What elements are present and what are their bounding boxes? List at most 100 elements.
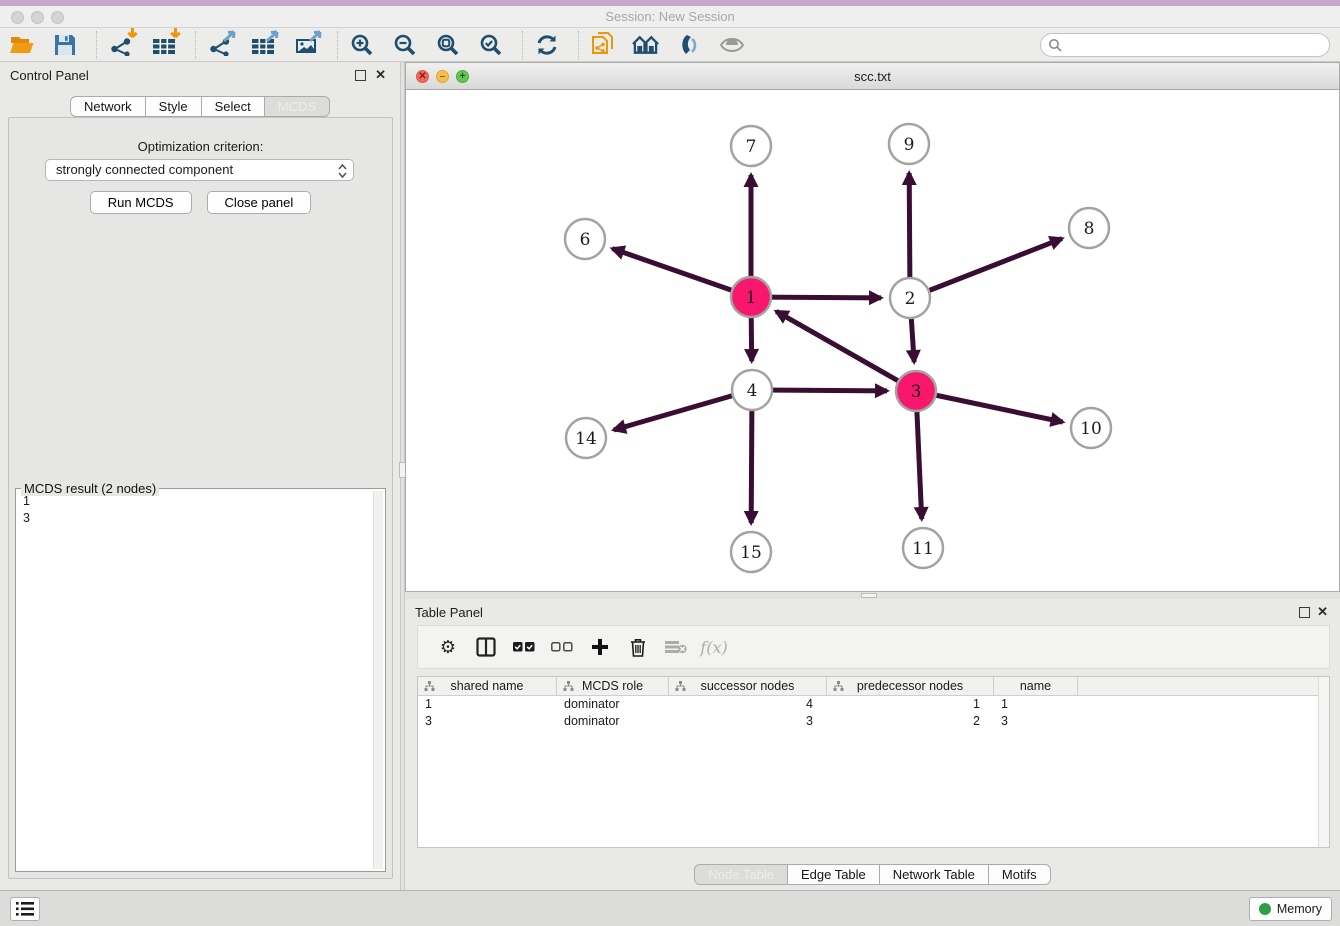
criterion-select[interactable]: strongly connected component	[45, 159, 354, 181]
table-panel-header: Table Panel ✕	[405, 599, 1340, 625]
edge-2-8[interactable]	[910, 239, 1062, 298]
tab-style[interactable]: Style	[146, 96, 202, 117]
column-header-shared-name[interactable]: shared name	[418, 677, 557, 695]
houses-icon[interactable]	[632, 31, 659, 59]
add-column-icon[interactable]	[587, 634, 613, 660]
table-tab-network-table[interactable]: Network Table	[880, 864, 989, 885]
node-7[interactable]: 7	[731, 126, 771, 166]
node-4[interactable]: 4	[732, 370, 772, 410]
tab-mcds[interactable]: MCDS	[265, 96, 330, 117]
fx-label: f(x)	[700, 638, 727, 657]
splitter-grip[interactable]	[861, 593, 877, 598]
float-table-panel-button[interactable]	[1299, 607, 1310, 618]
export-table-icon[interactable]	[249, 31, 276, 59]
cell-shared-name[interactable]: 1	[418, 696, 557, 713]
table-row[interactable]: 1dominator411	[418, 696, 1329, 713]
table-tab-motifs[interactable]: Motifs	[989, 864, 1051, 885]
app-title: Session: New Session	[0, 9, 1340, 24]
zoom-in-icon[interactable]	[348, 31, 375, 59]
node-label-1: 1	[746, 288, 757, 308]
export-network-icon[interactable]	[206, 31, 233, 59]
table-tab-node-table[interactable]: Node Table	[694, 864, 788, 885]
node-9[interactable]: 9	[889, 124, 929, 164]
cell-successor-nodes[interactable]: 3	[669, 713, 827, 730]
tab-network[interactable]: Network	[70, 96, 146, 117]
zoom-selected-icon[interactable]	[477, 31, 504, 59]
task-history-button[interactable]	[10, 897, 40, 921]
cell-predecessor-nodes[interactable]: 1	[827, 696, 994, 713]
cell-predecessor-nodes[interactable]: 2	[827, 713, 994, 730]
cell-MCDS-role[interactable]: dominator	[557, 713, 669, 730]
node-label-7: 7	[746, 137, 757, 157]
open-session-icon[interactable]	[8, 31, 35, 59]
zoom-fit-icon[interactable]	[434, 31, 461, 59]
clone-network-icon[interactable]	[589, 31, 616, 59]
node-15[interactable]: 15	[731, 532, 771, 572]
memory-status-icon	[1259, 903, 1271, 915]
network-view-title: scc.txt	[406, 69, 1339, 84]
settings-gear-icon[interactable]: ⚙	[435, 634, 461, 660]
horizontal-splitter[interactable]	[405, 592, 1340, 599]
select-all-checks-icon[interactable]	[511, 634, 537, 660]
node-14[interactable]: 14	[566, 418, 606, 458]
search-input[interactable]	[1040, 33, 1330, 57]
column-header-successor-nodes[interactable]: successor nodes	[669, 677, 827, 695]
zoom-out-icon[interactable]	[391, 31, 418, 59]
node-label-10: 10	[1080, 419, 1102, 439]
mcds-result-text[interactable]: 1 3	[18, 493, 371, 869]
node-10[interactable]: 10	[1071, 408, 1111, 448]
node-label-6: 6	[580, 230, 591, 250]
node-11[interactable]: 11	[903, 528, 943, 568]
network-graph[interactable]: 7 9 6 8 1 2 4 3 14 10 15 11	[406, 90, 1339, 591]
cell-successor-nodes[interactable]: 4	[669, 696, 827, 713]
column-header-MCDS-role[interactable]: MCDS role	[557, 677, 669, 695]
node-3[interactable]: 3	[896, 371, 936, 411]
refresh-layout-icon[interactable]	[533, 31, 560, 59]
style-brush-icon[interactable]	[675, 31, 702, 59]
network-window: ✕ – + scc.txt 7 9 6 8 1 2 4 3 14 10 15 11	[405, 62, 1340, 592]
show-hide-eye-icon[interactable]	[718, 31, 745, 59]
node-label-8: 8	[1084, 219, 1095, 239]
float-panel-button[interactable]	[355, 70, 366, 81]
table-tab-edge-table[interactable]: Edge Table	[788, 864, 880, 885]
import-table-icon[interactable]	[150, 31, 177, 59]
edge-3-10[interactable]	[916, 391, 1063, 422]
delete-column-icon[interactable]	[625, 634, 651, 660]
network-canvas[interactable]: 7 9 6 8 1 2 4 3 14 10 15 11	[406, 90, 1339, 591]
column-header-name[interactable]: name	[994, 677, 1078, 695]
list-icon	[16, 902, 34, 916]
close-panel-button-2[interactable]: Close panel	[207, 191, 312, 214]
cell-name[interactable]: 1	[994, 696, 1078, 713]
table-body: 1dominator4113dominator323	[418, 696, 1329, 730]
deselect-all-checks-icon[interactable]	[549, 634, 575, 660]
result-scrollbar[interactable]	[373, 491, 383, 869]
cell-MCDS-role[interactable]: dominator	[557, 696, 669, 713]
memory-button[interactable]: Memory	[1249, 897, 1332, 921]
export-image-icon[interactable]	[292, 31, 319, 59]
node-2[interactable]: 2	[890, 278, 930, 318]
tab-select[interactable]: Select	[202, 96, 265, 117]
import-network-icon[interactable]	[107, 31, 134, 59]
edge-1-6[interactable]	[612, 249, 751, 297]
column-visibility-icon[interactable]	[473, 634, 499, 660]
save-session-icon[interactable]	[51, 31, 78, 59]
column-header-predecessor-nodes[interactable]: predecessor nodes	[827, 677, 994, 695]
node-label-14: 14	[575, 429, 597, 449]
toolbar-separator	[195, 31, 196, 59]
node-1[interactable]: 1	[731, 277, 771, 317]
table-scrollbar[interactable]	[1318, 677, 1329, 847]
node-6[interactable]: 6	[565, 219, 605, 259]
function-builder-icon: f(x)	[701, 634, 727, 660]
cell-shared-name[interactable]: 3	[418, 713, 557, 730]
node-8[interactable]: 8	[1069, 208, 1109, 248]
optimization-criterion-label: Optimization criterion:	[9, 139, 392, 154]
edge-4-14[interactable]	[614, 390, 752, 430]
edge-3-1[interactable]	[776, 311, 916, 391]
toolbar-separator	[337, 31, 338, 59]
close-table-panel-button[interactable]: ✕	[1317, 604, 1328, 620]
table-row[interactable]: 3dominator323	[418, 713, 1329, 730]
cell-name[interactable]: 3	[994, 713, 1078, 730]
run-mcds-button[interactable]: Run MCDS	[90, 191, 192, 214]
close-panel-button[interactable]: ✕	[375, 67, 386, 83]
network-window-titlebar[interactable]: ✕ – + scc.txt	[406, 63, 1339, 90]
